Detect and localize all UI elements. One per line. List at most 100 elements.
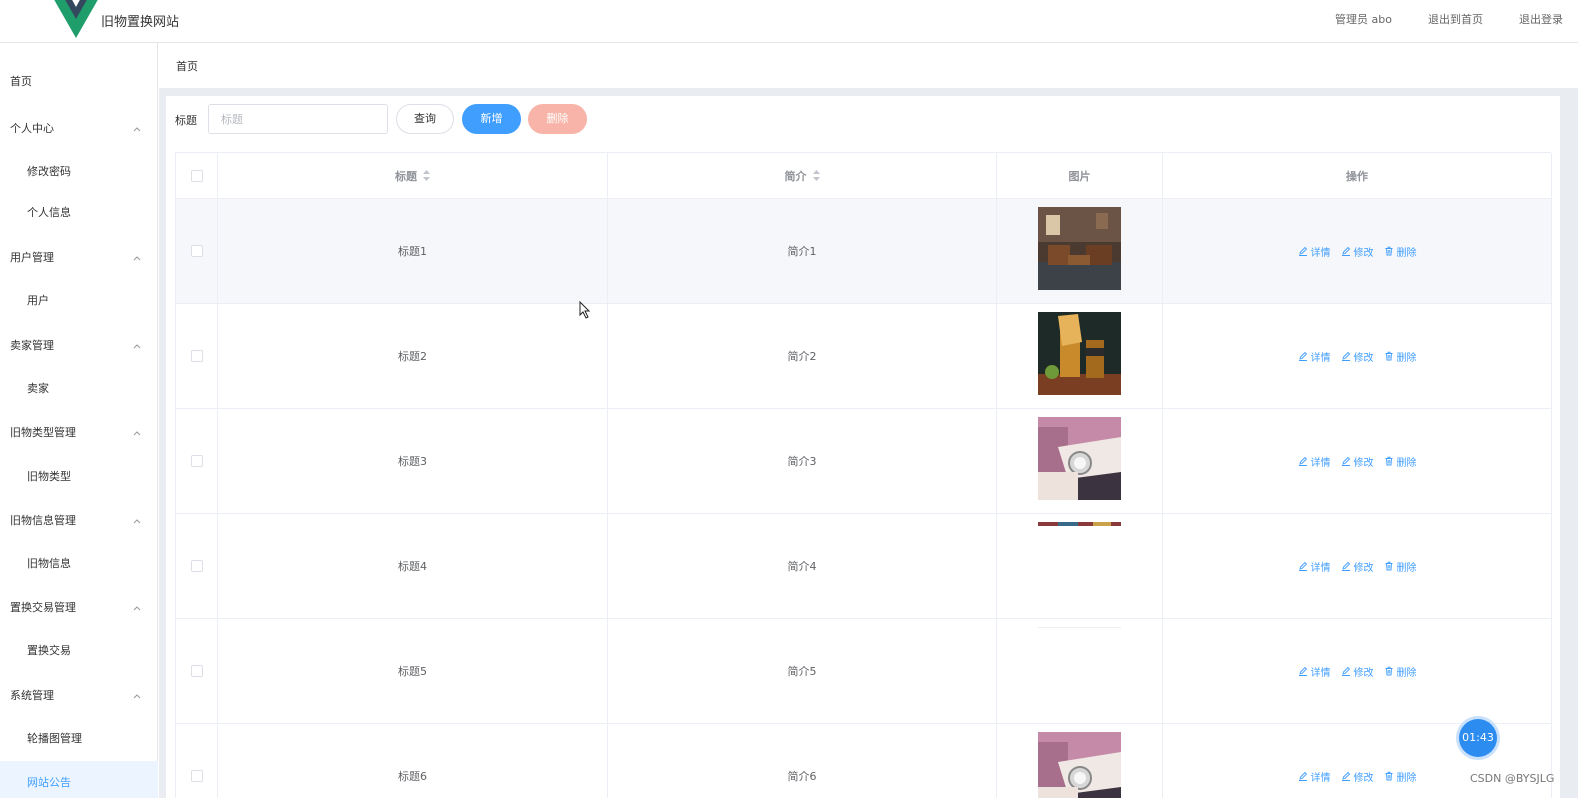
chevron-up-icon — [133, 519, 141, 524]
trash-icon — [1385, 351, 1392, 361]
edit-button[interactable]: 修改 — [1341, 559, 1374, 574]
sidebar-item-user[interactable]: 用户 — [0, 287, 158, 315]
edit-button[interactable]: 修改 — [1341, 454, 1374, 469]
breadcrumb[interactable]: 首页 — [176, 58, 198, 74]
delete-label: 删除 — [1396, 562, 1417, 574]
sort-icon[interactable] — [812, 170, 820, 181]
column-header-intro[interactable]: 简介 — [608, 153, 997, 198]
edit-label: 修改 — [1353, 772, 1374, 784]
sidebar-item-seller[interactable]: 卖家 — [0, 375, 158, 403]
select-all-checkbox[interactable] — [190, 169, 203, 182]
edit-label: 修改 — [1353, 457, 1374, 469]
detail-button[interactable]: 详情 — [1298, 349, 1331, 364]
watermark: CSDN @BYSJLG — [1470, 772, 1555, 785]
column-header-image: 图片 — [997, 153, 1163, 198]
detail-button[interactable]: 详情 — [1298, 769, 1331, 784]
row-checkbox[interactable] — [190, 770, 203, 782]
intro-cell: 简介2 — [608, 304, 997, 408]
sidebar-group-system[interactable]: 系统管理 — [0, 682, 158, 710]
edit-icon — [1341, 666, 1350, 676]
trash-icon — [1385, 771, 1392, 781]
sidebar-item-change-password[interactable]: 修改密码 — [0, 158, 158, 186]
item-thumbnail[interactable] — [1038, 417, 1121, 500]
sidebar-item-announcement[interactable]: 网站公告 — [0, 761, 158, 798]
sidebar-item-trade[interactable]: 置换交易 — [0, 637, 158, 665]
table-row[interactable]: 标题3 简介3 详情 修改 删除 — [176, 409, 1552, 514]
logout-link[interactable]: 退出登录 — [1519, 11, 1563, 27]
item-thumbnail[interactable] — [1038, 312, 1121, 395]
trash-icon — [1385, 246, 1392, 256]
row-checkbox[interactable] — [190, 350, 203, 362]
intro-cell: 简介4 — [608, 514, 997, 618]
intro-cell: 简介3 — [608, 409, 997, 513]
chevron-up-icon — [133, 344, 141, 349]
sidebar-group-personal[interactable]: 个人中心 — [0, 115, 158, 143]
detail-button[interactable]: 详情 — [1298, 664, 1331, 679]
delete-button[interactable]: 删除 — [1384, 559, 1417, 574]
edit-icon — [1298, 771, 1307, 781]
column-header-label: 标题 — [395, 169, 417, 183]
actions-cell: 详情 修改 删除 — [1163, 304, 1552, 408]
edit-icon — [1341, 561, 1350, 571]
table-row[interactable]: 标题4 简介4 详情 修改 删除 — [176, 514, 1552, 619]
trash-icon — [1385, 561, 1392, 571]
edit-icon — [1298, 246, 1307, 256]
row-checkbox[interactable] — [190, 665, 203, 677]
item-thumbnail[interactable] — [1038, 732, 1121, 798]
delete-button[interactable]: 删除 — [1384, 664, 1417, 679]
edit-icon — [1341, 351, 1350, 361]
row-checkbox[interactable] — [190, 455, 203, 467]
edit-icon — [1298, 351, 1307, 361]
sidebar-group-item-types[interactable]: 旧物类型管理 — [0, 419, 158, 447]
delete-button[interactable]: 删除 — [1384, 454, 1417, 469]
sidebar-group-label: 旧物类型管理 — [10, 426, 76, 439]
edit-button[interactable]: 修改 — [1341, 244, 1374, 259]
sidebar-item-carousel[interactable]: 轮播图管理 — [0, 725, 158, 753]
row-checkbox[interactable] — [190, 560, 203, 572]
add-button[interactable]: 新增 — [462, 104, 521, 134]
sidebar-item-item-info[interactable]: 旧物信息 — [0, 550, 158, 578]
edit-button[interactable]: 修改 — [1341, 664, 1374, 679]
intro-cell: 简介1 — [608, 199, 997, 303]
row-checkbox-cell — [176, 619, 218, 723]
breadcrumb-bar: 首页 — [159, 43, 1578, 88]
edit-button[interactable]: 修改 — [1341, 349, 1374, 364]
site-title: 旧物置换网站 — [101, 15, 180, 30]
sidebar-item-profile[interactable]: 个人信息 — [0, 199, 158, 227]
row-checkbox[interactable] — [190, 245, 203, 257]
detail-button[interactable]: 详情 — [1298, 559, 1331, 574]
detail-button[interactable]: 详情 — [1298, 244, 1331, 259]
column-header-title[interactable]: 标题 — [218, 153, 608, 198]
sidebar-group-item-info[interactable]: 旧物信息管理 — [0, 507, 158, 535]
edit-button[interactable]: 修改 — [1341, 769, 1374, 784]
edit-icon — [1298, 666, 1307, 676]
table-row[interactable]: 标题5 简介5 详情 修改 删除 — [176, 619, 1552, 724]
query-button[interactable]: 查询 — [396, 104, 454, 134]
table-row[interactable]: 标题6 简介6 详情 修改 删除 — [176, 724, 1552, 798]
delete-button[interactable]: 删除 — [1384, 244, 1417, 259]
sidebar-item-home[interactable]: 首页 — [0, 68, 158, 96]
delete-button[interactable]: 删除 — [1384, 769, 1417, 784]
trash-icon — [1385, 456, 1392, 466]
batch-delete-button[interactable]: 删除 — [528, 104, 587, 134]
title-cell: 标题5 — [218, 619, 608, 723]
sidebar-group-users[interactable]: 用户管理 — [0, 244, 158, 272]
sidebar-group-trades[interactable]: 置换交易管理 — [0, 594, 158, 622]
table-row[interactable]: 标题2 简介2 详情 修改 删除 — [176, 304, 1552, 409]
sidebar-group-sellers[interactable]: 卖家管理 — [0, 332, 158, 360]
sidebar-item-item-type[interactable]: 旧物类型 — [0, 463, 158, 491]
item-thumbnail[interactable] — [1038, 522, 1121, 605]
sort-icon[interactable] — [423, 170, 430, 181]
back-home-link[interactable]: 退出到首页 — [1428, 11, 1483, 27]
delete-button[interactable]: 删除 — [1384, 349, 1417, 364]
content-panel: 标题 查询 新增 删除 标题 简介 图片 操作 标题1简介1详情修改删除标题2简… — [166, 96, 1560, 798]
detail-button[interactable]: 详情 — [1298, 454, 1331, 469]
item-thumbnail[interactable] — [1038, 207, 1121, 290]
delete-label: 删除 — [1396, 247, 1417, 259]
image-cell — [997, 304, 1163, 408]
table-row[interactable]: 标题1 简介1 详情 修改 删除 — [176, 199, 1552, 304]
search-input[interactable] — [208, 104, 388, 134]
sidebar-group-label: 置换交易管理 — [10, 601, 76, 614]
timer-badge[interactable]: 01:43 — [1459, 719, 1497, 757]
item-thumbnail[interactable] — [1038, 627, 1121, 710]
